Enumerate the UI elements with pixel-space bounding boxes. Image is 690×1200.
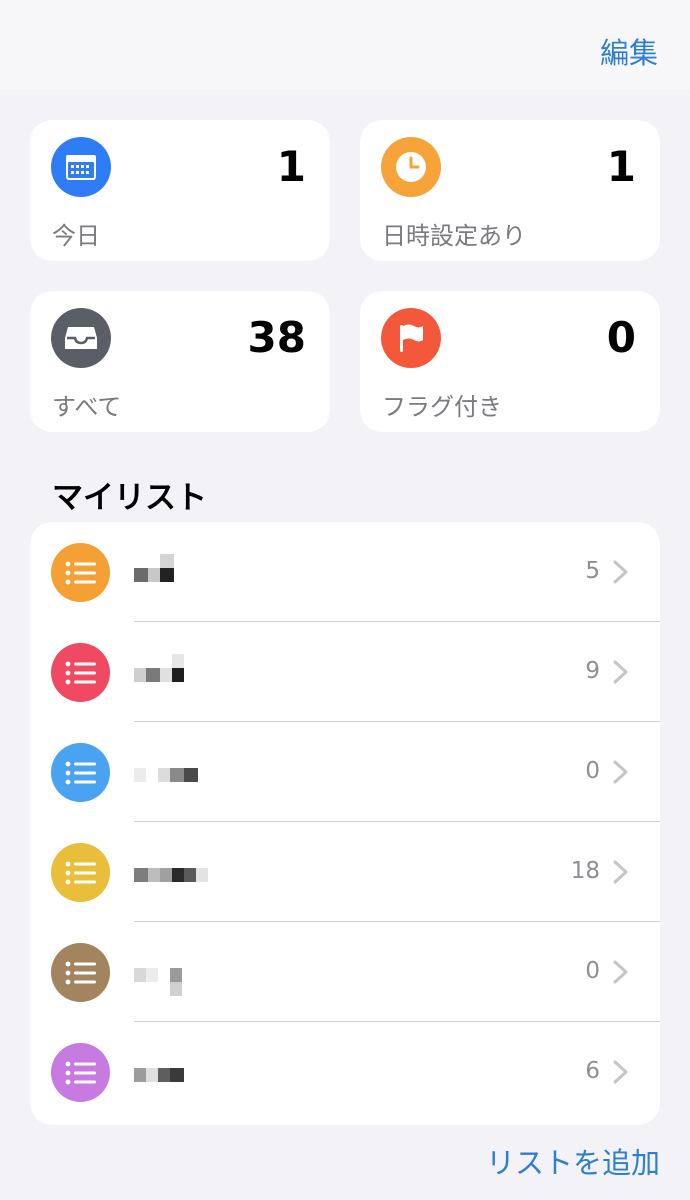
list-icon — [51, 743, 110, 802]
all-count: 38 — [247, 313, 306, 362]
edit-button[interactable]: 編集 — [600, 30, 658, 72]
scheduled-count: 1 — [606, 142, 636, 191]
list-icon — [51, 1043, 110, 1102]
today-label: 今日 — [52, 222, 100, 250]
list-item[interactable]: 5 — [30, 522, 660, 622]
list-count: 5 — [585, 558, 600, 584]
add-list-button[interactable]: リストを追加 — [486, 1140, 660, 1182]
flagged-count: 0 — [606, 313, 636, 362]
list-count: 18 — [570, 858, 600, 884]
flag-icon — [381, 308, 441, 368]
list-icon — [51, 843, 110, 902]
all-label: すべて — [52, 393, 122, 421]
list-item[interactable]: 18 — [30, 822, 660, 922]
chevron-right-icon — [613, 760, 628, 784]
list-count: 6 — [585, 1058, 600, 1084]
list-item[interactable]: 6 — [30, 1022, 660, 1122]
list-name-redacted — [134, 754, 224, 784]
navigation-bar: 編集 — [0, 0, 690, 90]
list-count: 0 — [585, 958, 600, 984]
smart-list-all[interactable]: 38 すべて — [30, 291, 330, 432]
list-item[interactable]: 9 — [30, 622, 660, 722]
list-item[interactable]: 0 — [30, 722, 660, 822]
list-name-redacted — [134, 554, 224, 584]
my-lists-title: マイリスト — [52, 480, 207, 516]
chevron-right-icon — [613, 860, 628, 884]
today-count: 1 — [276, 142, 306, 191]
chevron-right-icon — [613, 660, 628, 684]
my-lists-card: 5 9 0 18 0 6 — [30, 522, 660, 1125]
smart-list-scheduled[interactable]: 1 日時設定あり — [360, 120, 660, 261]
chevron-right-icon — [613, 560, 628, 584]
list-count: 9 — [585, 658, 600, 684]
list-icon — [51, 943, 110, 1002]
scheduled-label: 日時設定あり — [382, 222, 526, 250]
chevron-right-icon — [613, 1060, 628, 1084]
list-name-redacted — [134, 654, 224, 684]
smart-list-today[interactable]: 1 今日 — [30, 120, 330, 261]
calendar-icon — [51, 137, 111, 197]
list-name-redacted — [134, 954, 224, 996]
tray-icon — [51, 308, 111, 368]
list-count: 0 — [585, 758, 600, 784]
flagged-label: フラグ付き — [382, 393, 502, 421]
list-name-redacted — [134, 854, 224, 884]
chevron-right-icon — [613, 960, 628, 984]
list-name-redacted — [134, 1054, 224, 1084]
list-item[interactable]: 0 — [30, 922, 660, 1022]
smart-list-flagged[interactable]: 0 フラグ付き — [360, 291, 660, 432]
list-icon — [51, 543, 110, 602]
list-icon — [51, 643, 110, 702]
clock-icon — [381, 137, 441, 197]
